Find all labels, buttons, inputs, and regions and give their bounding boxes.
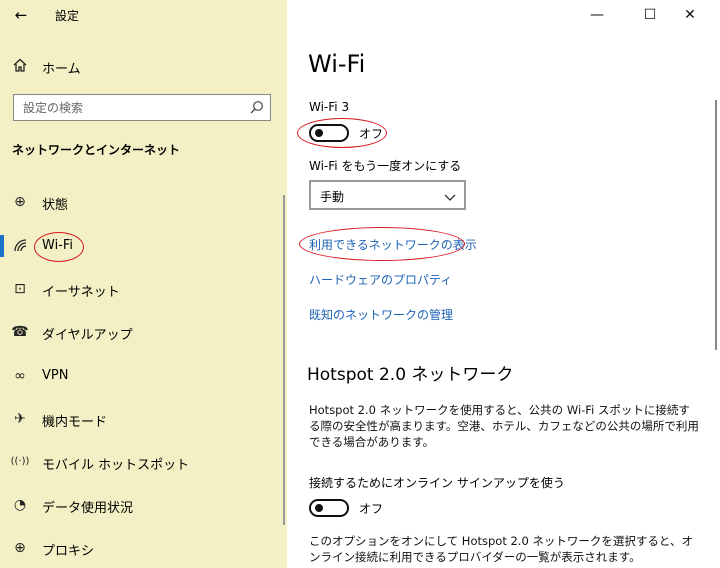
sidebar-item-label: プロキシ [42,544,95,559]
sidebar-scrollbar[interactable] [283,195,285,525]
signup-toggle-state: オフ [359,502,384,516]
section-title: ネットワークとインターネット [12,143,181,157]
proxy-icon: ⊕ [14,540,26,556]
page-title: Wi-Fi [308,50,366,78]
signup-toggle[interactable] [309,499,349,517]
turn-back-on-select[interactable]: 手動 [309,180,466,210]
title-bar-left: ← 設定 [0,0,287,30]
search-icon[interactable] [248,99,265,116]
maximize-icon[interactable]: ☐ [637,3,663,27]
signup-label: 接続するためにオンライン サインアップを使う [309,476,565,490]
sidebar-item-label: ダイヤルアップ [42,328,133,343]
sidebar-item-label: データ使用状況 [42,501,134,516]
app-title: 設定 [55,9,80,23]
toggle-knob [315,504,323,512]
adapter-name: Wi-Fi 3 [309,100,350,114]
manage-known-networks-link[interactable]: 既知のネットワークの管理 [309,306,453,323]
data-usage-icon: ◔ [13,497,27,513]
sidebar-item-ethernet[interactable]: ⊡ イーサネット [0,274,287,304]
window-controls: — ☐ ✕ [580,0,720,30]
sidebar-item-home[interactable]: ホーム [0,52,287,78]
main-scrollbar[interactable] [715,100,717,350]
sidebar-item-label: VPN [42,368,69,383]
home-icon [11,57,29,75]
sidebar-item-data-usage[interactable]: ◔ データ使用状況 [0,490,287,520]
sidebar-item-proxy[interactable]: ⊕ プロキシ [0,533,287,563]
dialup-icon: ☎ [11,324,29,340]
turn-back-on-label: Wi-Fi をもう一度オンにする [309,159,462,173]
sidebar-item-label: 機内モード [42,415,108,430]
hotspot-footer-text: このオプションをオンにして Hotspot 2.0 ネットワークを選択すると、オ… [309,534,693,564]
hotspot-description: Hotspot 2.0 ネットワークを使用すると、公共の Wi-Fi スポットに… [309,403,699,449]
hotspot-icon: ((·)) [10,456,30,467]
close-icon[interactable]: ✕ [677,3,703,27]
wifi-icon [11,237,29,255]
wifi-toggle-state: オフ [359,127,384,141]
select-value: 手動 [320,190,345,204]
sidebar-item-label: Wi-Fi [42,238,74,253]
sidebar-item-label: モバイル ホットスポット [42,458,190,473]
search-input[interactable] [14,95,242,120]
airplane-icon: ✈ [14,411,26,427]
chevron-down-icon [443,189,457,201]
sidebar-item-label: ホーム [42,62,81,77]
vpn-icon: ∞ [14,368,26,384]
show-networks-link[interactable]: 利用できるネットワークの表示 [309,236,477,253]
back-arrow-icon[interactable]: ← [10,4,32,26]
wifi-toggle[interactable] [309,124,349,142]
sidebar-item-label: 状態 [42,198,69,213]
hotspot-heading: Hotspot 2.0 ネットワーク [307,365,514,385]
sidebar: ← 設定 ホーム ネットワークとインターネット ⊕ 状態 Wi-Fi ⊡ イーサ… [0,0,287,568]
hardware-properties-link[interactable]: ハードウェアのプロパティ [309,271,452,288]
ethernet-icon: ⊡ [14,281,26,297]
sidebar-item-vpn[interactable]: ∞ VPN [0,361,287,391]
search-box[interactable] [13,94,271,121]
main-panel: — ☐ ✕ Wi-Fi Wi-Fi 3 オフ Wi-Fi をもう一度オンにする … [287,0,720,568]
sidebar-item-label: イーサネット [42,285,120,300]
toggle-knob [315,129,323,137]
sidebar-item-airplane-mode[interactable]: ✈ 機内モード [0,404,287,434]
sidebar-item-mobile-hotspot[interactable]: ((·)) モバイル ホットスポット [0,447,287,477]
sidebar-item-status[interactable]: ⊕ 状態 [0,187,287,217]
minimize-icon[interactable]: — [584,3,610,27]
sidebar-item-wifi[interactable]: Wi-Fi [0,231,287,261]
globe-icon: ⊕ [14,194,26,210]
sidebar-item-dialup[interactable]: ☎ ダイヤルアップ [0,317,287,347]
